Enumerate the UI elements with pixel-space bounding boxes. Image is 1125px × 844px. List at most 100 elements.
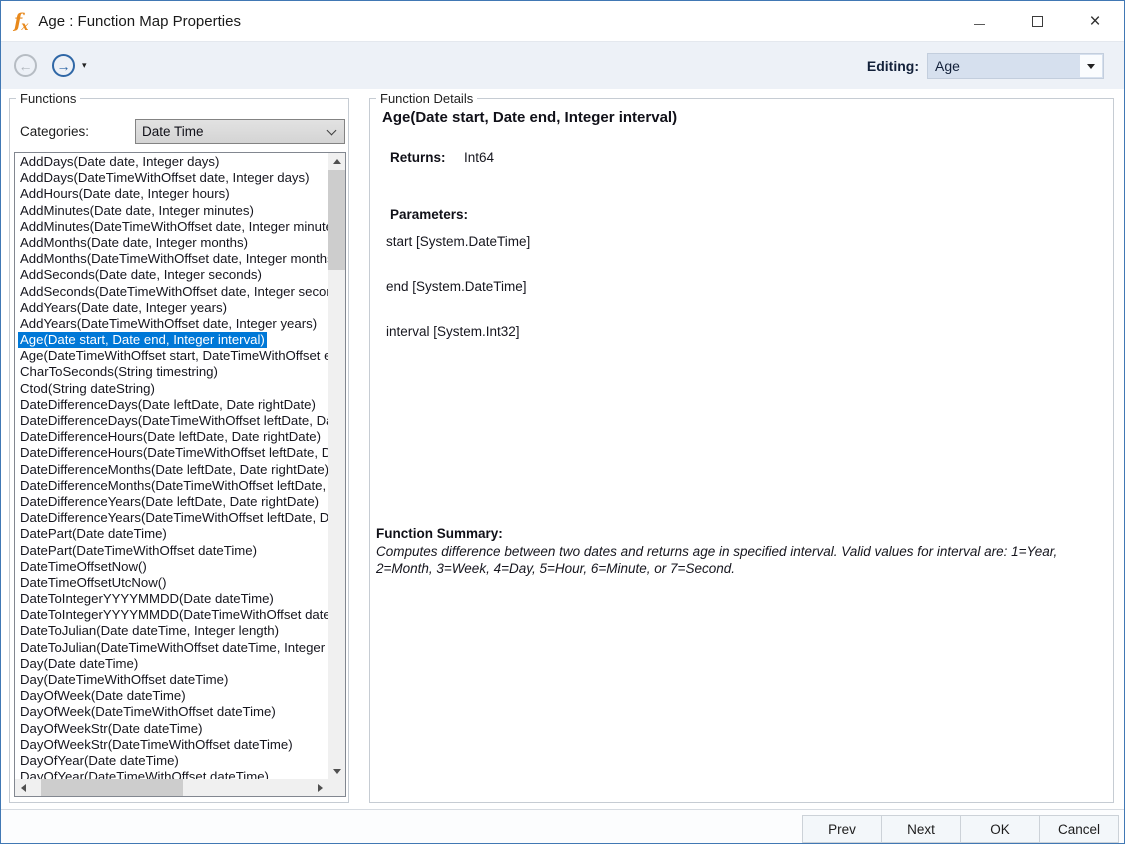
close-button[interactable]: × xyxy=(1066,1,1124,41)
functions-groupbox: Functions Categories: Date Time AddDays(… xyxy=(9,98,349,803)
list-item[interactable]: DateDifferenceHours(Date leftDate, Date … xyxy=(18,429,328,445)
back-button[interactable]: ← xyxy=(14,54,37,77)
window-controls: × xyxy=(950,1,1124,41)
list-item[interactable]: DateDifferenceYears(Date leftDate, Date … xyxy=(18,494,328,510)
list-item[interactable]: DayOfWeekStr(DateTimeWithOffset dateTime… xyxy=(18,737,328,753)
editing-section: Editing: Age xyxy=(867,42,1104,90)
maximize-button[interactable] xyxy=(1008,1,1066,41)
list-item[interactable]: DayOfWeek(Date dateTime) xyxy=(18,688,328,704)
list-item[interactable]: AddMinutes(DateTimeWithOffset date, Inte… xyxy=(18,219,328,235)
toolbar: ← → ▾ Editing: Age xyxy=(1,41,1124,89)
list-item[interactable]: Age(Date start, Date end, Integer interv… xyxy=(18,332,328,348)
scroll-down-button[interactable] xyxy=(328,763,345,779)
chevron-down-icon xyxy=(1087,64,1095,69)
minimize-icon xyxy=(974,24,985,25)
scroll-right-button[interactable] xyxy=(312,779,328,796)
maximize-icon xyxy=(1032,16,1043,27)
list-item[interactable]: DateToJulian(Date dateTime, Integer leng… xyxy=(18,623,328,639)
chevron-down-icon xyxy=(327,126,337,136)
titlebar: fx Age : Function Map Properties × xyxy=(1,1,1124,41)
list-item[interactable]: DateToIntegerYYYYMMDD(Date dateTime) xyxy=(18,591,328,607)
close-icon: × xyxy=(1089,12,1100,31)
function-listbox: AddDays(Date date, Integer days)AddDays(… xyxy=(14,152,346,797)
forward-arrow-icon: → xyxy=(57,58,71,74)
list-item[interactable]: DateToIntegerYYYYMMDD(DateTimeWithOffset… xyxy=(18,607,328,623)
editing-label: Editing: xyxy=(867,58,919,74)
list-item[interactable]: AddDays(Date date, Integer days) xyxy=(18,154,328,170)
list-item[interactable]: DatePart(DateTimeWithOffset dateTime) xyxy=(18,543,328,559)
list-item[interactable]: DateToJulian(DateTimeWithOffset dateTime… xyxy=(18,640,328,656)
list-item[interactable]: AddYears(Date date, Integer years) xyxy=(18,300,328,316)
list-item[interactable]: CharToSeconds(String timestring) xyxy=(18,364,328,380)
parameters-label: Parameters: xyxy=(390,207,468,222)
triangle-left-icon xyxy=(21,784,26,792)
categories-dropdown[interactable]: Date Time xyxy=(135,119,345,144)
prev-button[interactable]: Prev xyxy=(802,815,882,843)
list-item[interactable]: AddDays(DateTimeWithOffset date, Integer… xyxy=(18,170,328,186)
list-item[interactable]: DateDifferenceHours(DateTimeWithOffset l… xyxy=(18,445,328,461)
forward-dropdown-caret-icon[interactable]: ▾ xyxy=(82,60,87,71)
scroll-left-button[interactable] xyxy=(15,779,31,796)
list-item[interactable]: AddMonths(Date date, Integer months) xyxy=(18,235,328,251)
list-item[interactable]: DayOfYear(Date dateTime) xyxy=(18,753,328,769)
back-arrow-icon: ← xyxy=(19,58,33,74)
list-item[interactable]: DatePart(Date dateTime) xyxy=(18,526,328,542)
list-item[interactable]: DateDifferenceDays(DateTimeWithOffset le… xyxy=(18,413,328,429)
list-item[interactable]: DayOfYear(DateTimeWithOffset dateTime) xyxy=(18,769,328,779)
vertical-scrollbar[interactable] xyxy=(328,153,345,779)
list-item[interactable]: DateDifferenceMonths(DateTimeWithOffset … xyxy=(18,478,328,494)
footer-bar: PrevNextOKCancel xyxy=(1,809,1124,843)
parameters-list: start [System.DateTime]end [System.DateT… xyxy=(386,234,786,369)
function-details-groupbox: Function Details Age(Date start, Date en… xyxy=(369,98,1114,803)
list-item[interactable]: AddYears(DateTimeWithOffset date, Intege… xyxy=(18,316,328,332)
horizontal-scroll-thumb[interactable] xyxy=(41,779,183,796)
list-item[interactable]: DateDifferenceDays(Date leftDate, Date r… xyxy=(18,397,328,413)
editing-dropdown-button[interactable] xyxy=(1080,55,1102,77)
returns-value: Int64 xyxy=(464,150,494,165)
list-item[interactable]: Age(DateTimeWithOffset start, DateTimeWi… xyxy=(18,348,328,364)
list-item[interactable]: Ctod(String dateString) xyxy=(18,381,328,397)
fx-icon: fx xyxy=(14,12,29,31)
list-item[interactable]: DayOfWeekStr(Date dateTime) xyxy=(18,721,328,737)
function-summary-text: Computes difference between two dates an… xyxy=(376,543,1092,577)
function-list: AddDays(Date date, Integer days)AddDays(… xyxy=(15,154,328,779)
footer-buttons: PrevNextOKCancel xyxy=(803,815,1119,843)
list-item[interactable]: DateDifferenceYears(DateTimeWithOffset l… xyxy=(18,510,328,526)
cancel-button[interactable]: Cancel xyxy=(1039,815,1119,843)
list-item[interactable]: AddMinutes(Date date, Integer minutes) xyxy=(18,203,328,219)
function-signature: Age(Date start, Date end, Integer interv… xyxy=(382,109,677,126)
function-summary-label: Function Summary: xyxy=(376,526,503,541)
categories-label: Categories: xyxy=(20,124,89,139)
minimize-button[interactable] xyxy=(950,1,1008,41)
editing-dropdown[interactable]: Age xyxy=(927,53,1104,79)
list-item[interactable]: AddHours(Date date, Integer hours) xyxy=(18,186,328,202)
list-item[interactable]: Day(DateTimeWithOffset dateTime) xyxy=(18,672,328,688)
function-details-group-label: Function Details xyxy=(376,91,477,106)
triangle-up-icon xyxy=(333,159,341,164)
categories-dropdown-value: Date Time xyxy=(142,124,204,139)
list-item[interactable]: DateTimeOffsetNow() xyxy=(18,559,328,575)
next-button[interactable]: Next xyxy=(881,815,961,843)
ok-button[interactable]: OK xyxy=(960,815,1040,843)
scrollbar-corner xyxy=(328,779,345,796)
list-item[interactable]: DateTimeOffsetUtcNow() xyxy=(18,575,328,591)
horizontal-scrollbar[interactable] xyxy=(15,779,328,796)
forward-button[interactable]: → xyxy=(52,54,75,77)
parameter-item: start [System.DateTime] xyxy=(386,234,786,279)
list-item[interactable]: AddSeconds(Date date, Integer seconds) xyxy=(18,267,328,283)
parameter-item: interval [System.Int32] xyxy=(386,324,786,369)
scroll-up-button[interactable] xyxy=(328,153,345,169)
vertical-scroll-thumb[interactable] xyxy=(328,170,345,270)
list-item[interactable]: Day(Date dateTime) xyxy=(18,656,328,672)
triangle-right-icon xyxy=(318,784,323,792)
editing-dropdown-value: Age xyxy=(935,58,960,74)
list-item[interactable]: DateDifferenceMonths(Date leftDate, Date… xyxy=(18,462,328,478)
parameter-item: end [System.DateTime] xyxy=(386,279,786,324)
dialog-window: fx Age : Function Map Properties × ← → ▾… xyxy=(0,0,1125,844)
list-item[interactable]: AddMonths(DateTimeWithOffset date, Integ… xyxy=(18,251,328,267)
window-title: Age : Function Map Properties xyxy=(38,13,241,30)
functions-group-label: Functions xyxy=(16,91,80,106)
list-item[interactable]: DayOfWeek(DateTimeWithOffset dateTime) xyxy=(18,704,328,720)
returns-label: Returns: xyxy=(390,150,446,165)
list-item[interactable]: AddSeconds(DateTimeWithOffset date, Inte… xyxy=(18,284,328,300)
